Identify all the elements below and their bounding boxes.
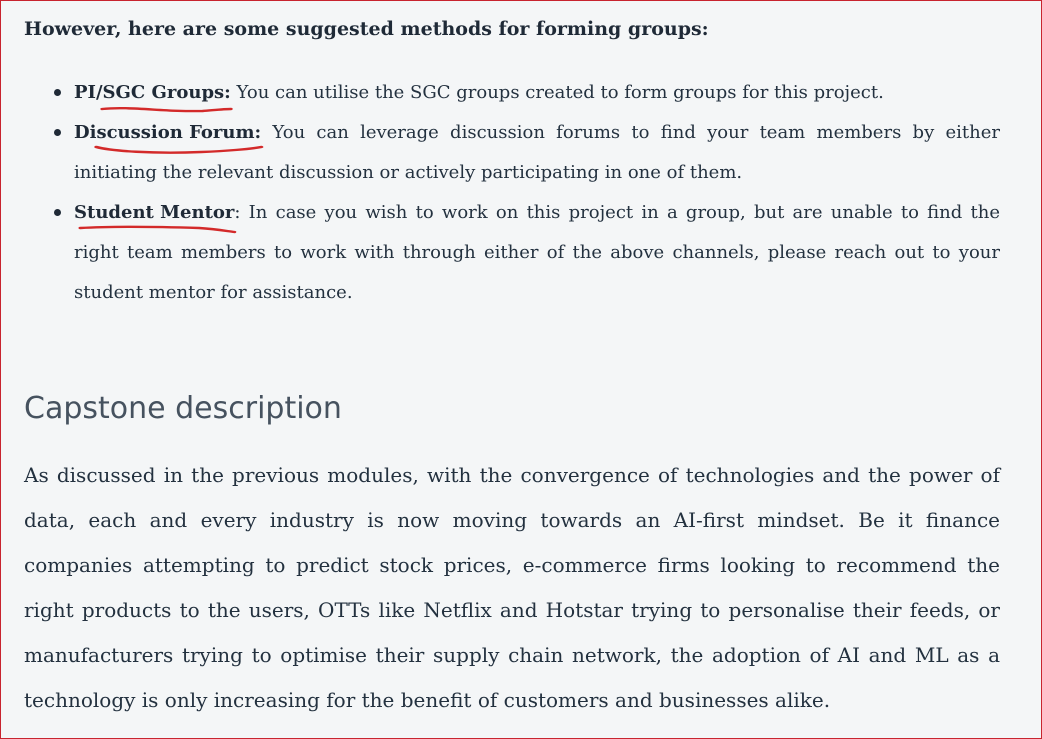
red-underline-icon [78, 225, 237, 234]
method-term-label: Discussion Forum: [74, 122, 262, 143]
capstone-paragraph: As discussed in the previous modules, wi… [24, 463, 1000, 712]
capstone-heading: Capstone description [24, 391, 342, 426]
document-page: However, here are some suggested methods… [0, 0, 1042, 739]
method-term: Student Mentor [74, 193, 237, 234]
method-term: Discussion Forum: [74, 113, 264, 154]
group-methods-list: PI/SGC Groups: You can utilise the SGC g… [54, 73, 1000, 313]
bullet-icon [54, 129, 61, 136]
bullet-icon [54, 89, 61, 96]
method-term-label: Student Mentor [74, 202, 235, 223]
groups-intro: However, here are some suggested methods… [24, 18, 709, 40]
method-description: You can utilise the SGC groups created t… [230, 82, 884, 103]
method-item-discussion-forum: Discussion Forum: You can leverage discu… [54, 113, 1000, 193]
red-underline-icon [94, 145, 264, 154]
bullet-icon [54, 209, 61, 216]
method-item-pi-sgc-groups: PI/SGC Groups: You can utilise the SGC g… [54, 73, 1000, 113]
method-term: PI/SGC Groups: [74, 73, 233, 113]
method-term-label: PI/SGC Groups: [74, 82, 231, 103]
method-item-student-mentor: Student Mentor : In case you wish to wor… [54, 193, 1000, 313]
